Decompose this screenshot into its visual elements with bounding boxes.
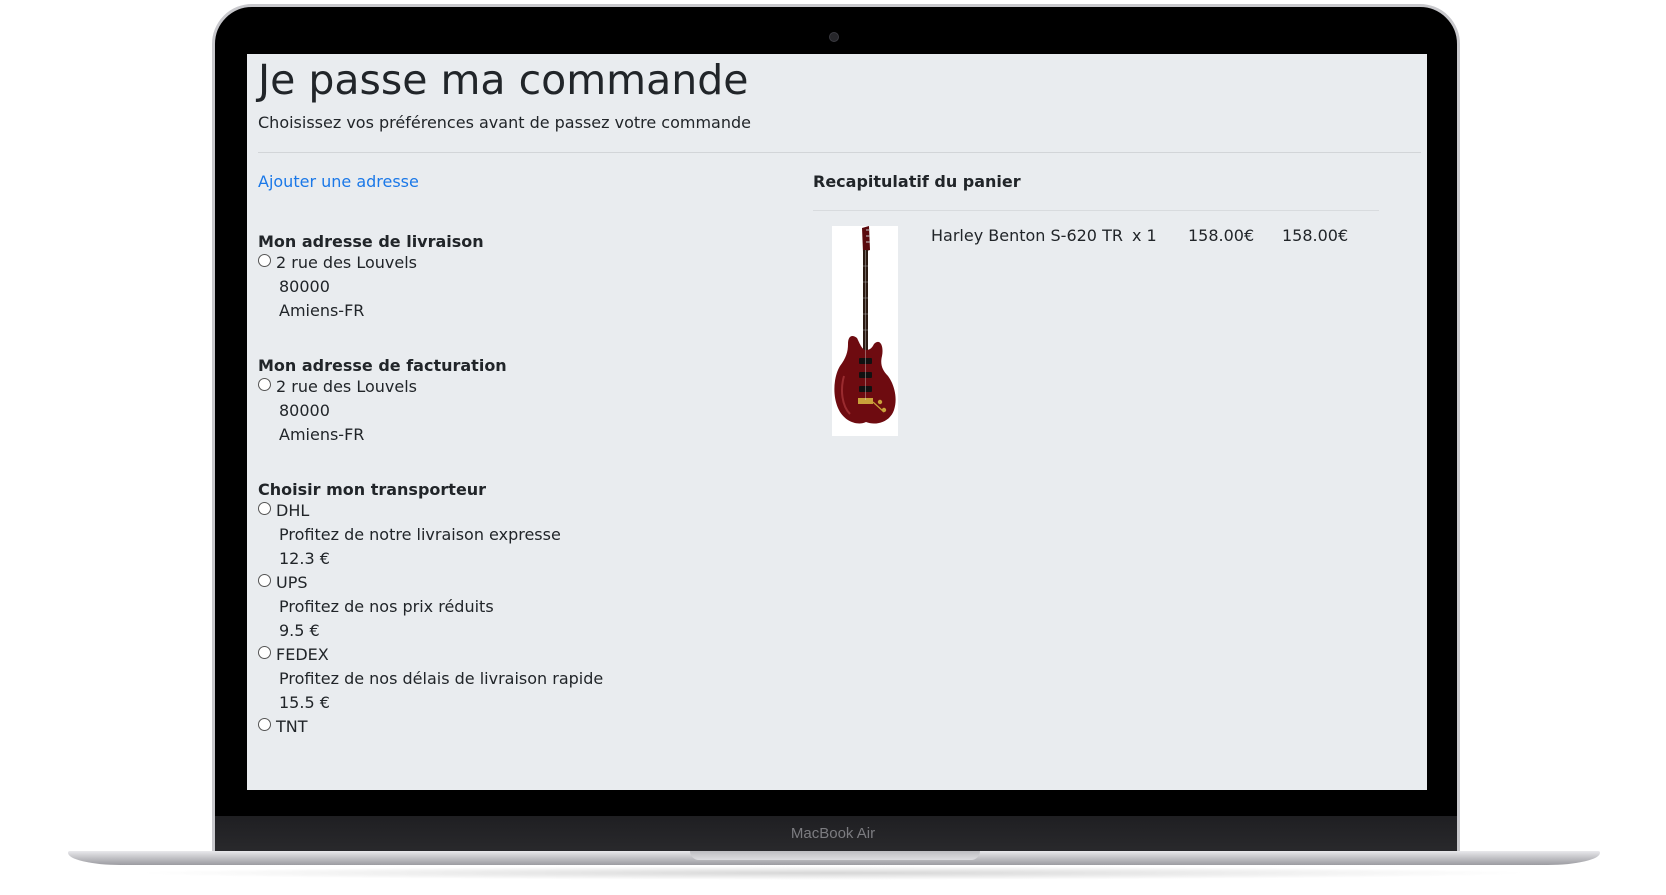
billing-address-title: Mon adresse de facturation (258, 356, 507, 375)
guitar-icon (834, 226, 896, 424)
header-divider (258, 152, 1421, 153)
page-subtitle: Choisissez vos préférences avant de pass… (258, 113, 751, 132)
page-title: Je passe ma commande (258, 56, 749, 104)
delivery-address-title: Mon adresse de livraison (258, 232, 484, 251)
browser-screen: Je passe ma commande Choisissez vos préf… (247, 54, 1427, 790)
carrier-name: FEDEX (276, 645, 329, 664)
billing-address-radio[interactable] (258, 378, 271, 391)
delivery-street: 2 rue des Louvels (276, 253, 417, 272)
carrier-option-dhl[interactable]: DHL (258, 498, 309, 523)
cart-unit-price: 158.00€ (1188, 226, 1255, 245)
carrier-option-ups[interactable]: UPS (258, 570, 308, 595)
carrier-option-tnt[interactable]: TNT (258, 714, 308, 739)
carrier-name: DHL (276, 501, 310, 520)
delivery-address-radio[interactable] (258, 254, 271, 267)
delivery-postal-code: 80000 (279, 277, 330, 296)
carrier-name: UPS (276, 573, 308, 592)
delivery-city: Amiens-FR (279, 301, 365, 320)
carrier-price: 15.5 € (279, 693, 330, 712)
laptop-notch (690, 851, 980, 860)
cart-summary-title: Recapitulatif du panier (813, 172, 1021, 191)
cart-quantity: x 1 (1132, 226, 1157, 245)
carrier-title: Choisir mon transporteur (258, 480, 487, 499)
laptop-shadow (130, 866, 1536, 880)
billing-address-option[interactable]: 2 rue des Louvels (258, 374, 417, 399)
carrier-radio[interactable] (258, 646, 271, 659)
billing-city: Amiens-FR (279, 425, 365, 444)
billing-street: 2 rue des Louvels (276, 377, 417, 396)
delivery-address-option[interactable]: 2 rue des Louvels (258, 250, 417, 275)
carrier-name: TNT (276, 717, 308, 736)
carrier-description: Profitez de nos délais de livraison rapi… (279, 669, 604, 688)
carrier-radio[interactable] (258, 574, 271, 587)
carrier-price: 9.5 € (279, 621, 320, 640)
add-address-link[interactable]: Ajouter une adresse (258, 172, 419, 191)
carrier-radio[interactable] (258, 502, 271, 515)
billing-postal-code: 80000 (279, 401, 330, 420)
cart-product-name: Harley Benton S-620 TR (931, 226, 1123, 245)
carrier-description: Profitez de nos prix réduits (279, 597, 494, 616)
carrier-price: 12.3 € (279, 549, 330, 568)
carrier-radio[interactable] (258, 718, 271, 731)
camera-icon (829, 32, 839, 42)
cart-divider (813, 210, 1379, 211)
cart-total-price: 158.00€ (1282, 226, 1349, 245)
laptop-brand-label: MacBook Air (790, 825, 876, 842)
carrier-option-fedex[interactable]: FEDEX (258, 642, 329, 667)
carrier-description: Profitez de notre livraison expresse (279, 525, 561, 544)
product-image (832, 226, 898, 436)
